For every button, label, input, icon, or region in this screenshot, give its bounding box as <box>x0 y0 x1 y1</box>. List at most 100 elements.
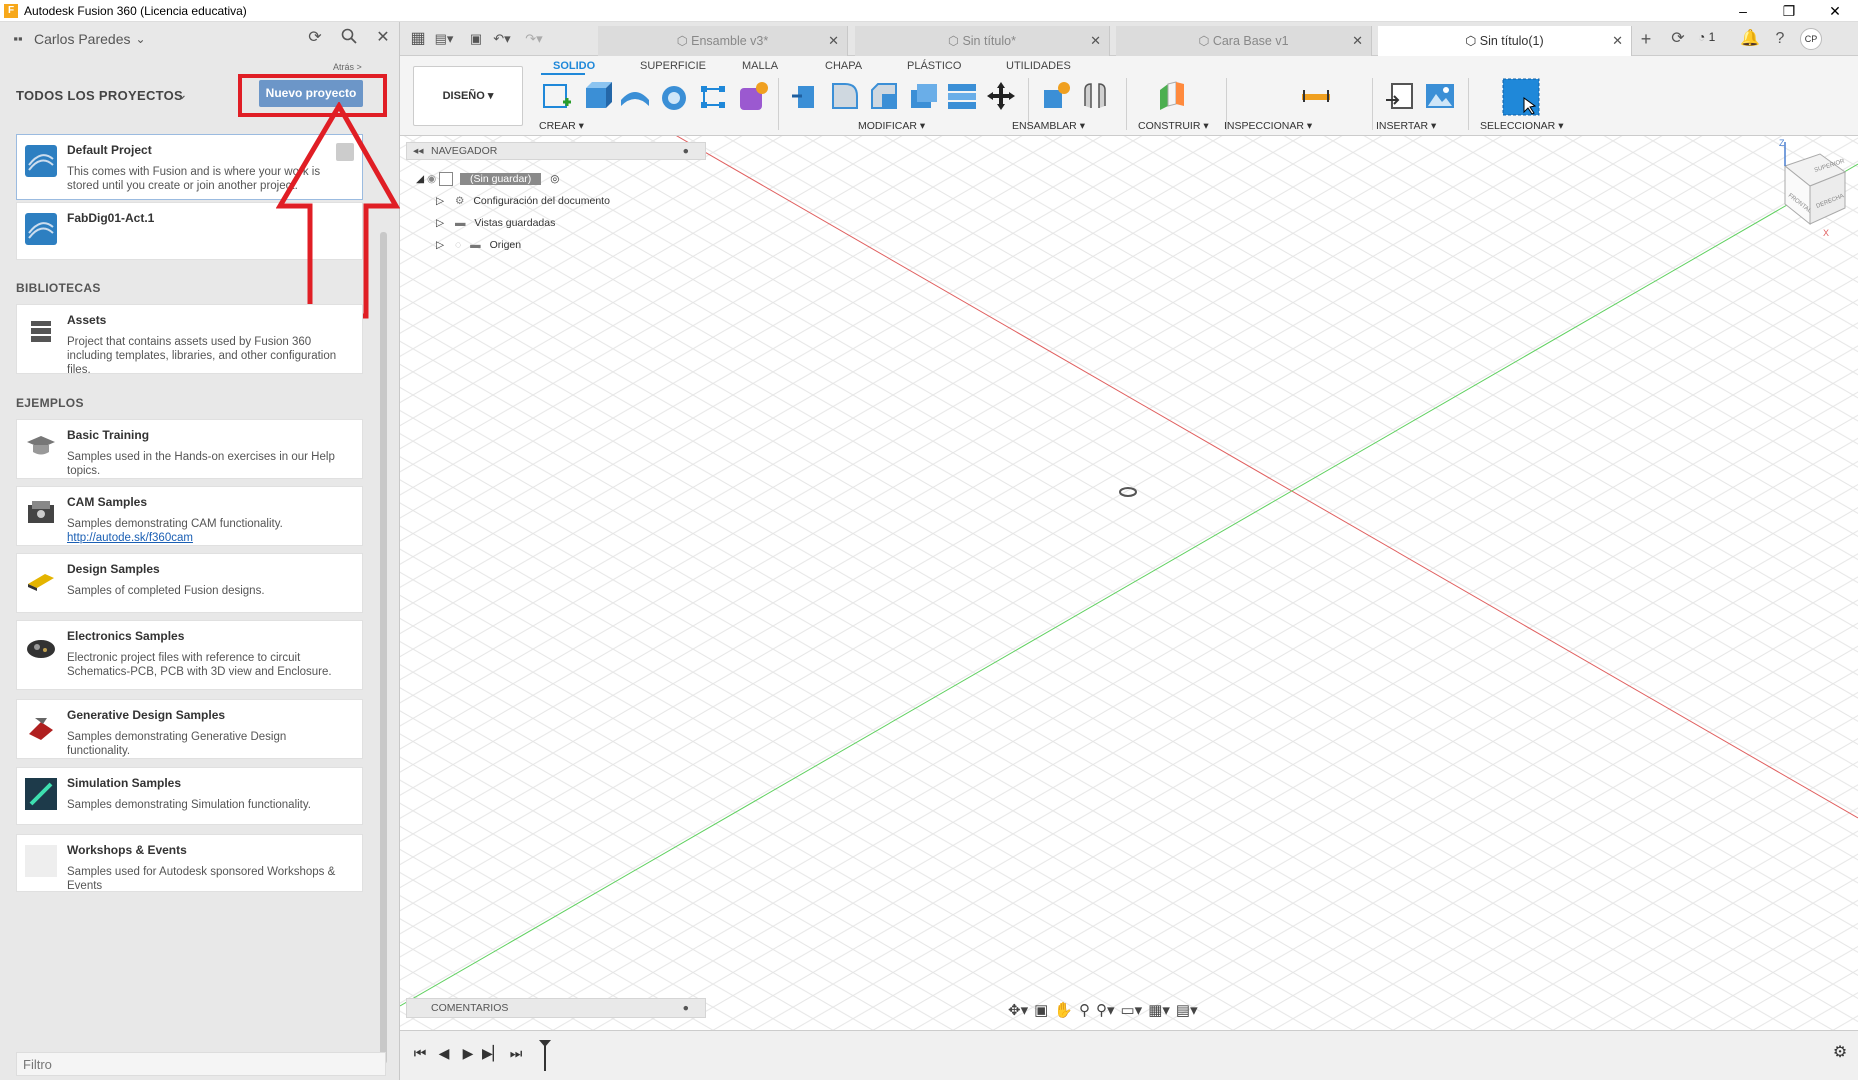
example-card[interactable]: Electronics Samples Electronic project f… <box>16 620 363 690</box>
collapse-icon[interactable]: ◂◂ <box>413 143 424 159</box>
close-icon[interactable]: ✕ <box>373 28 393 48</box>
timeline-marker[interactable] <box>538 1039 552 1073</box>
close-icon[interactable]: ✕ <box>1352 26 1363 56</box>
group-seleccionar[interactable]: SELECCIONAR ▾ <box>1480 120 1563 132</box>
gear-icon[interactable]: ⚙ <box>1830 1043 1850 1063</box>
undo-icon[interactable]: ↶▾ <box>492 29 512 49</box>
cam-link[interactable]: http://autode.sk/f360cam <box>67 532 193 544</box>
group-crear[interactable]: CREAR ▾ <box>539 120 584 132</box>
add-comment-icon[interactable]: ● <box>683 999 689 1017</box>
move-icon[interactable] <box>985 80 1017 112</box>
library-card[interactable]: Assets Project that contains assets used… <box>16 304 363 376</box>
create-sketch-icon[interactable] <box>541 80 573 112</box>
tab-ensamble[interactable]: ⬡ Ensamble v3* ✕ <box>598 26 848 56</box>
fillet-icon[interactable] <box>829 80 861 112</box>
group-modificar[interactable]: MODIFICAR ▾ <box>858 120 925 132</box>
hidden-eye-icon[interactable]: ◌ <box>455 239 461 251</box>
new-tab-icon[interactable]: + <box>1636 29 1656 49</box>
search-icon[interactable] <box>339 28 359 48</box>
insert-canvas-icon[interactable] <box>1424 80 1456 112</box>
measure-icon[interactable] <box>1300 80 1332 112</box>
tab-solido[interactable]: SOLIDO <box>553 60 595 72</box>
panel-scrollbar[interactable] <box>380 232 387 1064</box>
user-name[interactable]: Carlos Paredes <box>34 31 131 47</box>
pan-icon[interactable]: ✋ <box>1054 1001 1073 1023</box>
example-card[interactable]: Simulation Samples Samples demonstrating… <box>16 767 363 825</box>
job-status[interactable]: ◔ 1 <box>1698 30 1715 44</box>
extrude-icon[interactable] <box>580 80 612 112</box>
chevron-down-icon[interactable]: ⌄ <box>176 86 188 103</box>
help-icon[interactable]: ? <box>1770 29 1790 49</box>
tab-sin-titulo[interactable]: ⬡ Sin título* ✕ <box>855 26 1110 56</box>
comments-header[interactable]: COMENTARIOS ● <box>406 998 706 1018</box>
save-icon[interactable]: ▣ <box>466 29 486 49</box>
create-form-icon[interactable] <box>736 80 768 112</box>
workspace-switcher[interactable]: DISEÑO ▾ <box>413 66 523 126</box>
browser-item[interactable]: ▷ ⚙ Configuración del documento <box>436 192 610 210</box>
browser-root[interactable]: ◢ ◉ (Sin guardar) ◎ <box>416 170 559 188</box>
example-card[interactable]: Basic Training Samples used in the Hands… <box>16 419 363 479</box>
close-icon[interactable]: ✕ <box>1612 26 1623 56</box>
example-card[interactable]: Design Samples Samples of completed Fusi… <box>16 553 363 613</box>
redo-icon[interactable]: ↷▾ <box>524 29 544 49</box>
step-back-icon[interactable]: ◀ <box>434 1043 454 1063</box>
projects-title[interactable]: TODOS LOS PROYECTOS <box>16 88 183 103</box>
refresh-icon[interactable]: ⟳ <box>305 28 325 48</box>
canvas-viewport[interactable]: ◂◂ NAVEGADOR ● ◢ ◉ (Sin guardar) ◎ ▷ ⚙ C… <box>400 136 1858 1030</box>
tab-sin-titulo-1[interactable]: ⬡ Sin título(1) ✕ <box>1378 26 1632 56</box>
press-pull-icon[interactable] <box>790 80 822 112</box>
play-icon[interactable]: ▶ <box>458 1043 478 1063</box>
group-construir[interactable]: CONSTRUIR ▾ <box>1138 120 1209 132</box>
maximize-button[interactable]: ❐ <box>1766 0 1812 22</box>
tab-utilidades[interactable]: UTILIDADES <box>1006 60 1071 72</box>
new-component-icon[interactable] <box>1040 80 1072 112</box>
activate-icon[interactable]: ◎ <box>550 173 559 185</box>
close-icon[interactable]: ✕ <box>828 26 839 56</box>
extensions-icon[interactable]: ⟳ <box>1668 29 1688 49</box>
example-card[interactable]: Workshops & Events Samples used for Auto… <box>16 834 363 892</box>
grid-menu-icon[interactable]: ▦ <box>408 29 428 49</box>
file-menu-icon[interactable]: ▤▾ <box>434 29 454 49</box>
tab-chapa[interactable]: CHAPA <box>825 60 862 72</box>
select-icon[interactable] <box>1502 78 1540 116</box>
sweep-icon[interactable] <box>658 80 690 112</box>
loft-icon[interactable] <box>697 80 729 112</box>
collapse-triangle-icon[interactable]: ◢ <box>416 173 424 185</box>
go-to-start-icon[interactable]: ⏮ <box>410 1043 430 1063</box>
browser-item[interactable]: ▷ ◌ ▬ Origen <box>436 236 521 254</box>
grid-settings-icon[interactable]: ▦▾ <box>1148 1001 1170 1023</box>
viewcube[interactable]: SUPERIOR FRONTAL DERECHA Z X <box>1755 136 1855 256</box>
chevron-down-icon[interactable]: ⌄ <box>131 29 151 49</box>
chamfer-icon[interactable] <box>868 80 900 112</box>
zoom-icon[interactable]: ⚲ <box>1079 1001 1090 1023</box>
step-forward-icon[interactable]: ▶▏ <box>482 1043 504 1063</box>
minimize-button[interactable]: – <box>1720 0 1766 22</box>
browser-item[interactable]: ▷ ▬ Vistas guardadas <box>436 214 555 232</box>
group-inspeccionar[interactable]: INSPECCIONAR ▾ <box>1224 120 1312 132</box>
example-card[interactable]: CAM Samples Samples demonstrating CAM fu… <box>16 486 363 546</box>
display-settings-icon[interactable]: ▭▾ <box>1121 1001 1143 1023</box>
visibility-icon[interactable]: ◉ <box>427 173 436 185</box>
revolve-icon[interactable] <box>619 80 651 112</box>
filter-input[interactable]: Filtro <box>16 1052 386 1076</box>
tab-superficie[interactable]: SUPERFICIE <box>640 60 706 72</box>
joint-icon[interactable] <box>1079 80 1111 112</box>
group-ensamblar[interactable]: ENSAMBLAR ▾ <box>1012 120 1085 132</box>
notifications-icon[interactable]: 🔔 <box>1740 29 1760 49</box>
offset-plane-icon[interactable] <box>1156 80 1188 112</box>
team-hub-icon[interactable]: ▪▪ <box>8 29 28 49</box>
fit-icon[interactable]: ⚲▾ <box>1096 1001 1115 1023</box>
tab-malla[interactable]: MALLA <box>742 60 778 72</box>
tab-cara-base[interactable]: ⬡ Cara Base v1 ✕ <box>1116 26 1372 56</box>
expand-triangle-icon[interactable]: ▷ <box>436 195 444 207</box>
close-icon[interactable]: ✕ <box>1090 26 1101 56</box>
viewports-icon[interactable]: ▤▾ <box>1176 1001 1198 1023</box>
avatar[interactable]: CP <box>1800 28 1822 50</box>
pin-icon[interactable]: ● <box>683 143 689 159</box>
combine-icon[interactable] <box>946 80 978 112</box>
look-at-icon[interactable]: ▣ <box>1034 1001 1048 1023</box>
group-insertar[interactable]: INSERTAR ▾ <box>1376 120 1436 132</box>
close-button[interactable]: ✕ <box>1812 0 1858 22</box>
example-card[interactable]: Generative Design Samples Samples demons… <box>16 699 363 759</box>
browser-header[interactable]: ◂◂ NAVEGADOR ● <box>406 142 706 160</box>
